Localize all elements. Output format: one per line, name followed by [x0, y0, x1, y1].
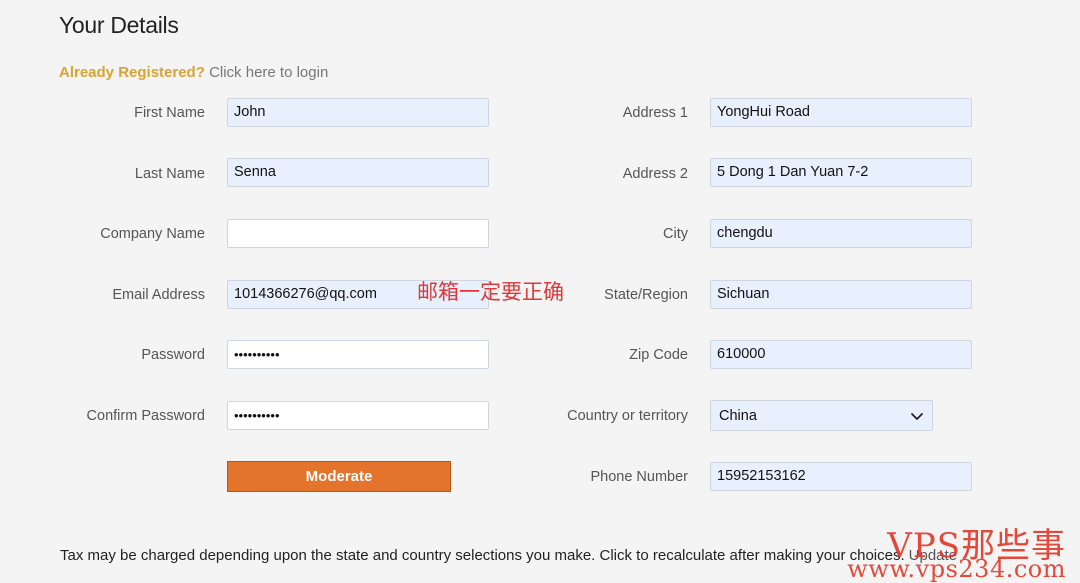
email-annotation: 邮箱一定要正确: [417, 280, 564, 304]
address-1-label: Address 1: [622, 105, 688, 121]
city-label: City: [663, 226, 688, 242]
confirm-password-input[interactable]: ••••••••••: [227, 401, 489, 430]
login-link[interactable]: Click here to login: [209, 64, 328, 81]
address-1-input[interactable]: YongHui Road: [710, 98, 972, 127]
last-name-input[interactable]: Senna: [227, 158, 489, 187]
zip-code-label: Zip Code: [629, 347, 688, 363]
country-label: Country or territory: [567, 408, 688, 424]
chevron-down-icon: [911, 412, 923, 420]
password-input[interactable]: ••••••••••: [227, 340, 489, 369]
confirm-password-label: Confirm Password: [86, 408, 205, 424]
company-name-label: Company Name: [100, 226, 205, 242]
phone-number-label: Phone Number: [590, 469, 688, 485]
first-name-input[interactable]: John: [227, 98, 489, 127]
company-name-input[interactable]: [227, 219, 489, 248]
country-select[interactable]: China: [710, 400, 933, 431]
already-registered-line: Already Registered? Click here to login: [59, 64, 328, 81]
address-2-label: Address 2: [622, 166, 688, 182]
page-title: Your Details: [59, 12, 179, 38]
last-name-label: Last Name: [134, 166, 205, 182]
first-name-label: First Name: [134, 105, 205, 121]
tax-note-text: Tax may be charged depending upon the st…: [60, 547, 905, 564]
email-address-label: Email Address: [112, 287, 205, 303]
address-2-input[interactable]: 5 Dong 1 Dan Yuan 7-2: [710, 158, 972, 187]
tax-note: Tax may be charged depending upon the st…: [60, 547, 957, 564]
state-region-label: State/Region: [604, 287, 688, 303]
already-registered-label: Already Registered?: [59, 64, 205, 81]
phone-number-input[interactable]: 15952153162: [710, 462, 972, 491]
country-selected-value: China: [719, 407, 757, 424]
state-region-input[interactable]: Sichuan: [710, 280, 972, 309]
update-link[interactable]: Update: [909, 547, 957, 564]
city-input[interactable]: chengdu: [710, 219, 972, 248]
password-label: Password: [141, 347, 205, 363]
moderate-button[interactable]: Moderate: [227, 461, 451, 492]
zip-code-input[interactable]: 610000: [710, 340, 972, 369]
